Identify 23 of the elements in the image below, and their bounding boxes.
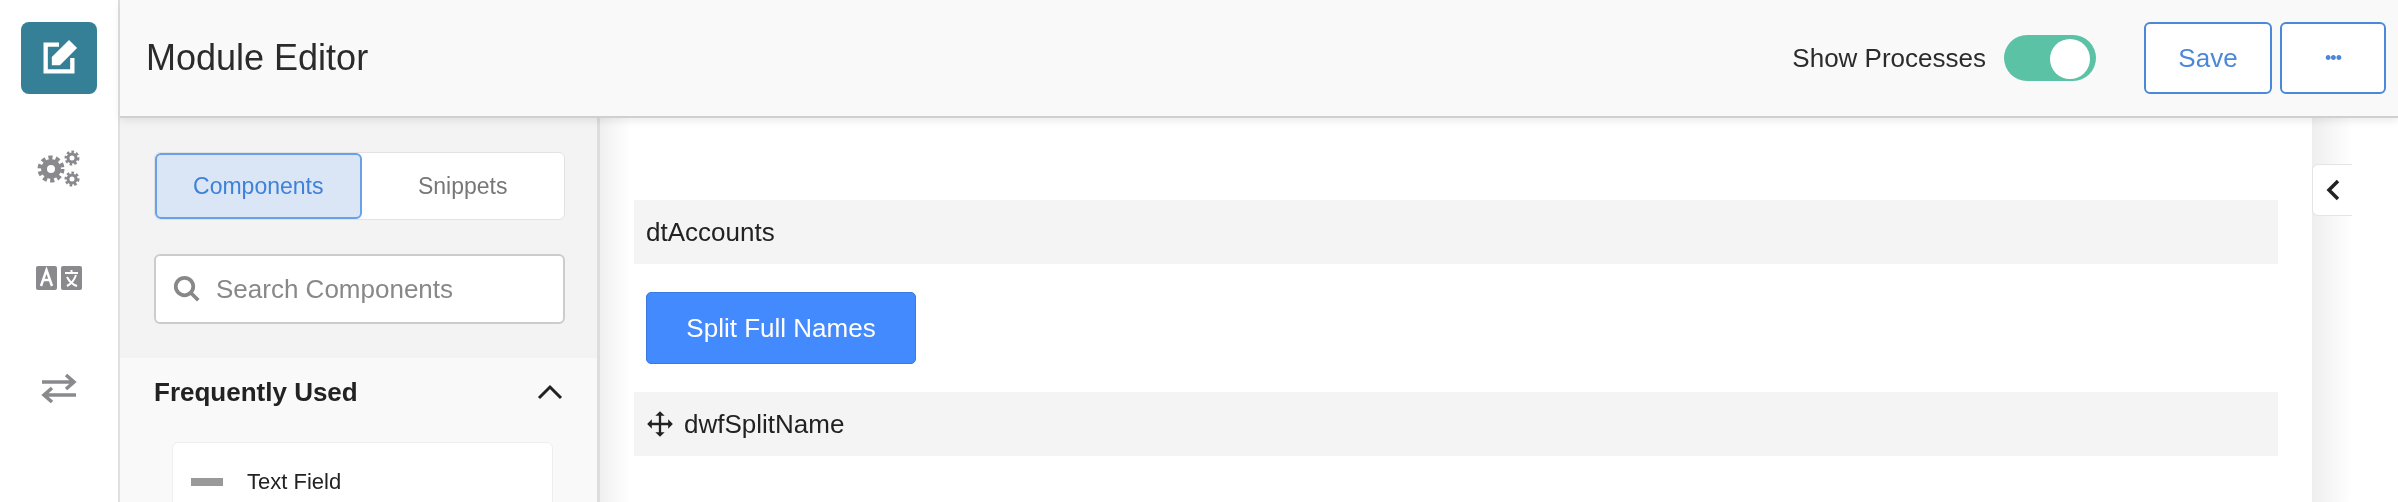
toggle-label: Show Processes: [1792, 42, 1986, 74]
more-button[interactable]: •••: [2280, 22, 2386, 94]
search-icon: [172, 274, 202, 304]
move-icon[interactable]: [646, 410, 674, 438]
text-field-icon: [191, 478, 223, 486]
panel-tab[interactable]: Snippets: [361, 153, 564, 219]
chevron-icon[interactable]: [537, 384, 563, 400]
chevron-left-icon: [2325, 179, 2340, 201]
section-title: Frequently Used: [154, 376, 358, 408]
save-button[interactable]: Save: [2144, 22, 2272, 94]
collapse-button[interactable]: [2312, 164, 2352, 216]
split-names-button[interactable]: Split Full Names: [646, 292, 916, 364]
container-row[interactable]: dtAccounts: [634, 200, 2278, 264]
rail-button[interactable]: [21, 22, 97, 94]
container-row[interactable]: dwfSplitName: [634, 392, 2278, 456]
show-processes-toggle[interactable]: [2004, 35, 2096, 81]
search-field[interactable]: Search Components: [154, 254, 565, 324]
panel-tab[interactable]: Components: [155, 153, 362, 219]
component-card[interactable]: Text Field: [172, 442, 553, 502]
gears-icon: [36, 149, 82, 187]
transfer-icon: [40, 373, 78, 403]
page-title: Module Editor: [146, 37, 370, 79]
translate-icon: [36, 266, 82, 290]
